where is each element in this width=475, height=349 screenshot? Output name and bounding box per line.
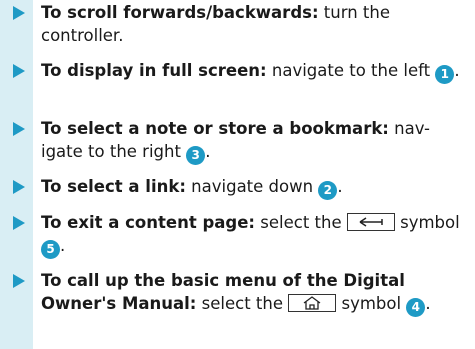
home-icon <box>288 293 337 312</box>
side-band <box>0 0 33 349</box>
bullet-arrow-icon <box>13 274 25 288</box>
item-punct: . <box>454 61 460 80</box>
item-heading: To select a note or store a bookmark: <box>41 119 389 138</box>
list-item-text: To select a link: navigate down 2. <box>41 176 471 200</box>
item-heading: To display in full screen: <box>41 61 267 80</box>
item-body: select the <box>255 213 347 232</box>
item-body: select the <box>196 293 289 313</box>
item-punct: . <box>60 235 66 255</box>
list-item-text: To display in full screen: navigate to t… <box>41 60 471 84</box>
bullet-arrow-icon <box>13 6 25 20</box>
bullet-arrow-icon <box>13 122 25 136</box>
list-item-text: To call up the basic menu of the Digital… <box>41 270 471 317</box>
callout-number-icon: 4 <box>406 297 426 317</box>
item-heading: To exit a content page: <box>41 213 256 232</box>
callout-number-icon: 3 <box>186 145 206 165</box>
callout-number-icon: 5 <box>41 239 60 259</box>
item-heading: To scroll forwards/backwards: <box>41 3 319 22</box>
list-item-text: To exit a content page: select the symbo… <box>41 212 471 259</box>
bullet-arrow-icon <box>13 64 25 78</box>
item-body-2: symbol <box>394 213 460 232</box>
bullet-arrow-icon <box>13 216 25 230</box>
item-punct: . <box>205 141 211 161</box>
item-body: navigate down <box>185 177 319 196</box>
item-body-2: symbol <box>336 293 407 313</box>
item-heading: To select a link: <box>41 177 186 196</box>
list-item-text: To scroll forwards/backwards: turn the c… <box>41 2 471 47</box>
item-punct: . <box>425 293 431 313</box>
callout-number-icon: 1 <box>435 65 455 84</box>
list-item-text: To select a note or store a bookmark: na… <box>41 118 471 165</box>
callout-number-icon: 2 <box>318 181 338 200</box>
item-punct: . <box>337 177 343 196</box>
bullet-arrow-icon <box>13 180 25 194</box>
back-arrow-icon <box>346 213 395 231</box>
item-body: navigate to the left <box>266 61 436 80</box>
